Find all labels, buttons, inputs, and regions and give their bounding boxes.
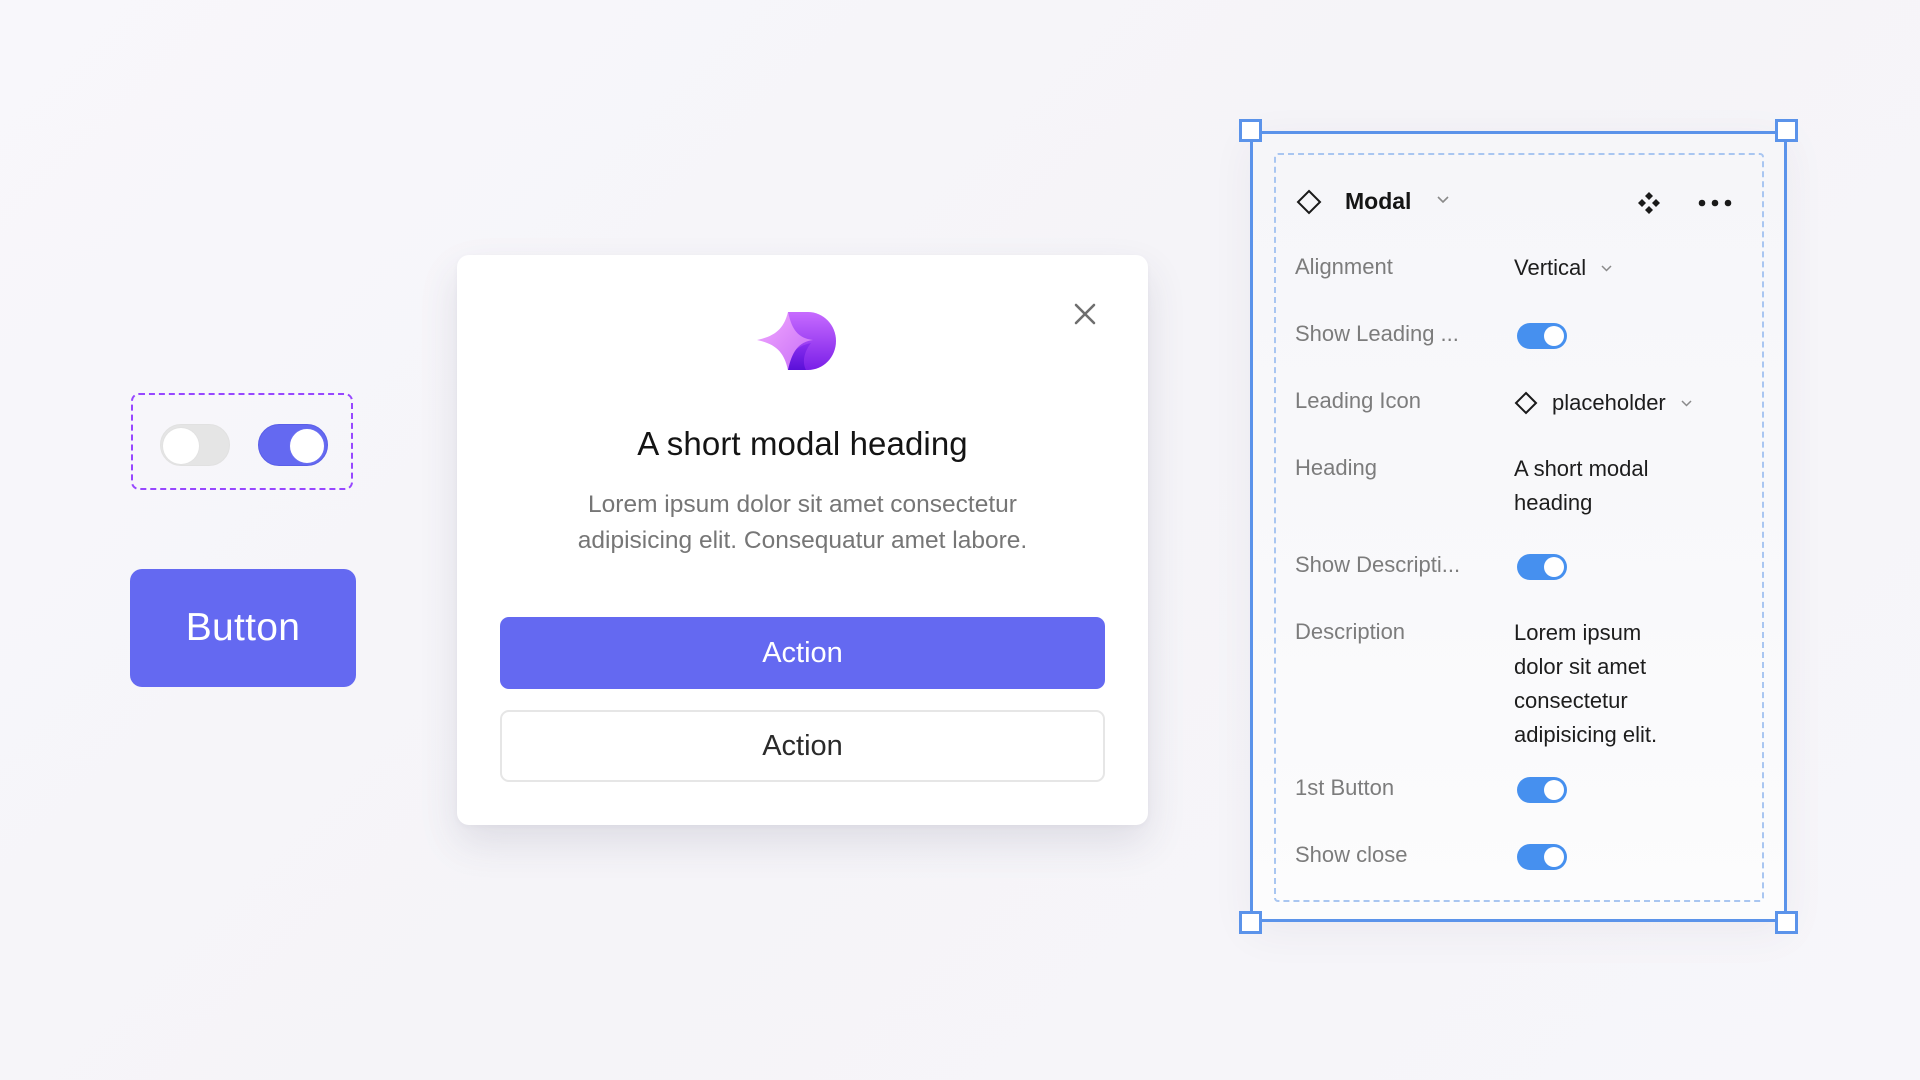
toggle-variants-group	[131, 393, 353, 490]
primary-button[interactable]: Button	[130, 569, 356, 687]
leading-icon-dropdown[interactable]: placeholder	[1514, 386, 1693, 420]
component-name: Modal	[1345, 188, 1412, 214]
chevron-down-icon	[1601, 264, 1612, 272]
prop-label-show-leading-icon: Show Leading ...	[1295, 321, 1459, 346]
resize-handle-top-left[interactable]	[1239, 119, 1262, 142]
toggle-on[interactable]	[258, 424, 328, 466]
prop-label-show-close: Show close	[1295, 842, 1408, 867]
component-instance-icon[interactable]	[1637, 191, 1661, 215]
toggle-off[interactable]	[160, 424, 230, 466]
toggle-knob	[1544, 326, 1564, 346]
chevron-down-icon	[1681, 399, 1692, 407]
modal-dialog: A short modal heading Lorem ipsum dolor …	[457, 255, 1148, 825]
more-horizontal-icon[interactable]	[1698, 199, 1732, 207]
sparkle-logo-icon	[757, 312, 836, 370]
leading-icon-value: placeholder	[1552, 390, 1666, 415]
resize-handle-bottom-right[interactable]	[1775, 911, 1798, 934]
show-description-toggle[interactable]	[1517, 554, 1567, 580]
toggle-knob	[1544, 780, 1564, 800]
show-close-toggle[interactable]	[1517, 844, 1567, 870]
alignment-value: Vertical	[1514, 255, 1587, 280]
diamond-icon	[1514, 391, 1538, 415]
modal-description: Lorem ipsum dolor sit amet consectetur a…	[577, 491, 1028, 554]
close-icon[interactable]	[1072, 301, 1098, 327]
heading-value[interactable]: A short modal heading	[1514, 452, 1699, 520]
modal-secondary-action-button[interactable]: Action	[500, 710, 1105, 782]
show-leading-icon-toggle[interactable]	[1517, 323, 1567, 349]
alignment-dropdown[interactable]: Vertical	[1514, 251, 1613, 285]
panel-header: Modal	[1296, 183, 1736, 223]
toggle-knob	[1544, 847, 1564, 867]
prop-label-heading: Heading	[1295, 455, 1377, 480]
prop-label-description: Description	[1295, 619, 1406, 644]
modal-primary-action-button[interactable]: Action	[500, 617, 1105, 689]
chevron-down-icon[interactable]	[1436, 195, 1450, 205]
prop-label-leading-icon: Leading Icon	[1295, 388, 1421, 413]
description-value[interactable]: Lorem ipsum dolor sit amet consectetur a…	[1514, 616, 1689, 752]
diamond-icon	[1296, 189, 1322, 215]
toggle-knob	[289, 428, 325, 464]
prop-label-show-description: Show Descripti...	[1295, 552, 1461, 577]
first-button-toggle[interactable]	[1517, 777, 1567, 803]
prop-label-1st-button: 1st Button	[1295, 775, 1395, 800]
resize-handle-top-right[interactable]	[1775, 119, 1798, 142]
toggle-knob	[163, 428, 199, 464]
resize-handle-bottom-left[interactable]	[1239, 911, 1262, 934]
toggle-knob	[1544, 557, 1564, 577]
prop-label-alignment: Alignment	[1295, 254, 1393, 279]
modal-heading: A short modal heading	[637, 425, 968, 462]
